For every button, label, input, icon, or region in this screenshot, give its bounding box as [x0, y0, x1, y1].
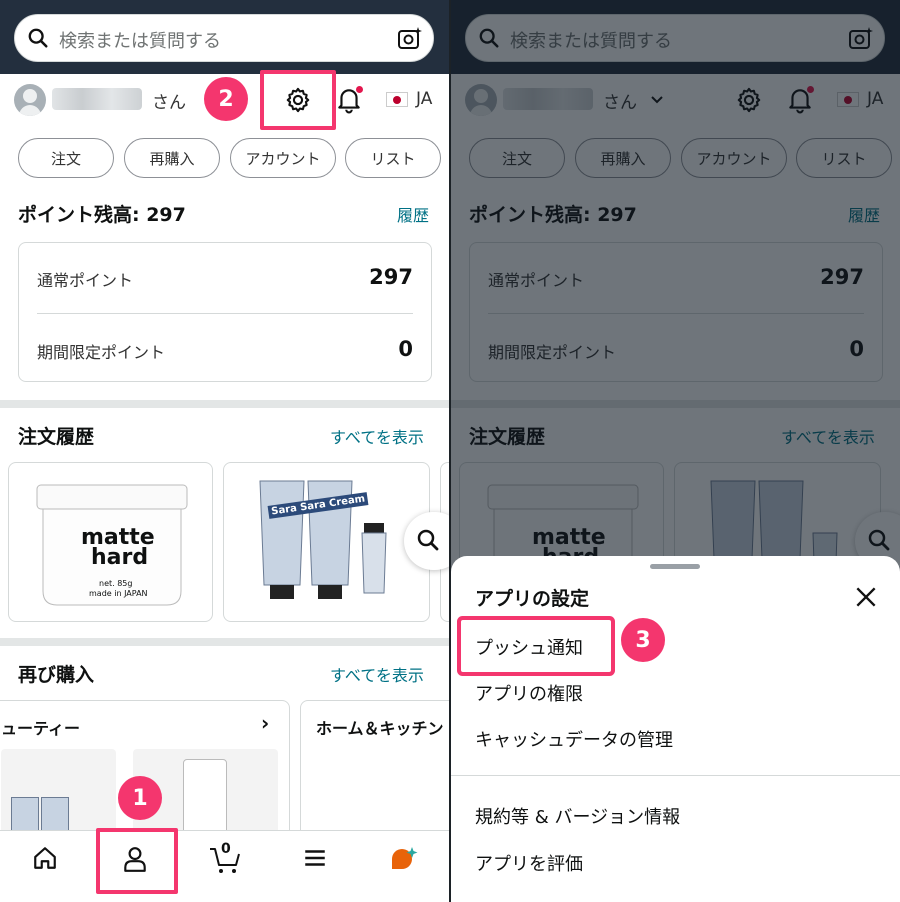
- top-bar: 検索または質問する: [0, 0, 450, 74]
- bell-icon[interactable]: [336, 86, 363, 118]
- camera-icon[interactable]: [397, 26, 423, 52]
- step1-highlight: [96, 828, 178, 894]
- close-icon[interactable]: [853, 584, 879, 610]
- search-icon: [28, 28, 48, 48]
- left-panel: 検索または質問する さん JA 注文 再購入 アカウント リスト ポイント残高:…: [0, 0, 450, 902]
- pill-orders[interactable]: 注文: [18, 138, 114, 178]
- blurred-user-name: [52, 88, 142, 110]
- cart-icon[interactable]: 0: [208, 841, 242, 875]
- category-label: ューティー: [1, 719, 81, 738]
- product-origin: made in JAPAN: [89, 589, 148, 598]
- regular-points-value: 297: [369, 265, 413, 289]
- divider: [451, 775, 900, 776]
- chevron-right-icon: ›: [261, 711, 270, 735]
- menu-item-terms-version[interactable]: 規約等 & バージョン情報: [475, 803, 680, 829]
- rebuy-title: 再び購入: [18, 664, 95, 686]
- step3-badge: 3: [621, 618, 665, 662]
- category-bottle-image: [183, 759, 227, 839]
- menu-item-push-notifications[interactable]: プッシュ通知: [475, 634, 583, 660]
- product-weight: net. 85g: [99, 579, 133, 588]
- divider: [37, 313, 413, 314]
- sheet-grab-handle[interactable]: [650, 564, 700, 569]
- language-label[interactable]: JA: [416, 89, 432, 109]
- rebuy-see-all-link[interactable]: すべてを表示: [330, 662, 424, 686]
- orders-see-all-link[interactable]: すべてを表示: [330, 424, 424, 448]
- japan-flag-icon[interactable]: [386, 92, 408, 107]
- pill-lists[interactable]: リスト: [345, 138, 441, 178]
- category-card-home-kitchen[interactable]: ホーム＆キッチン: [300, 700, 450, 840]
- regular-points-label: 通常ポイント: [37, 271, 134, 290]
- search-icon: [417, 529, 439, 551]
- orders-title: 注文履歴: [18, 426, 95, 448]
- home-icon[interactable]: [32, 845, 58, 871]
- right-panel: 検索または質問する さん JA 注文 再購入 アカウント リスト ポイント残高:…: [451, 0, 900, 902]
- cart-count: 0: [221, 841, 231, 857]
- notification-dot: [356, 86, 363, 93]
- user-honorific: さん: [152, 93, 186, 113]
- step1-badge: 1: [118, 776, 162, 820]
- section-divider: [0, 638, 450, 646]
- sheet-title: アプリの設定: [475, 588, 590, 610]
- limited-points-label: 期間限定ポイント: [37, 343, 166, 362]
- search-bar[interactable]: 検索または質問する: [14, 14, 434, 62]
- pill-rebuy[interactable]: 再購入: [124, 138, 220, 178]
- step2-badge: 2: [204, 77, 248, 121]
- step2-highlight: [260, 70, 336, 130]
- quick-pills: 注文 再購入 アカウント リスト: [18, 138, 450, 180]
- product-name-line2: hard: [91, 545, 149, 570]
- menu-icon[interactable]: [302, 845, 328, 871]
- points-title: ポイント残高: 297: [18, 204, 186, 226]
- points-history-link[interactable]: 履歴: [397, 202, 429, 226]
- sara-sara-cream-tubes-image: [259, 480, 387, 599]
- order-product-sara-sara-cream[interactable]: Sara Sara Cream: [223, 462, 430, 622]
- app-settings-sheet: アプリの設定 プッシュ通知 アプリの権限 キャッシュデータの管理 規約等 & バ…: [451, 556, 900, 902]
- panel-divider: [449, 0, 451, 902]
- limited-points-value: 0: [398, 337, 413, 361]
- menu-item-cache-data[interactable]: キャッシュデータの管理: [475, 726, 673, 752]
- order-product-matte-hard[interactable]: matte hard net. 85g made in JAPAN: [8, 462, 213, 622]
- category-label: ホーム＆キッチン: [316, 719, 444, 738]
- menu-item-rate-app[interactable]: アプリを評価: [475, 850, 583, 876]
- pill-account[interactable]: アカウント: [230, 138, 336, 178]
- menu-item-app-permissions[interactable]: アプリの権限: [475, 680, 583, 706]
- points-card: 通常ポイント 297 期間限定ポイント 0: [18, 242, 432, 382]
- search-placeholder: 検索または質問する: [59, 31, 221, 52]
- rufus-icon[interactable]: [390, 845, 420, 873]
- section-divider: [0, 400, 450, 408]
- avatar[interactable]: [14, 84, 46, 116]
- bottom-nav: 0: [0, 830, 450, 902]
